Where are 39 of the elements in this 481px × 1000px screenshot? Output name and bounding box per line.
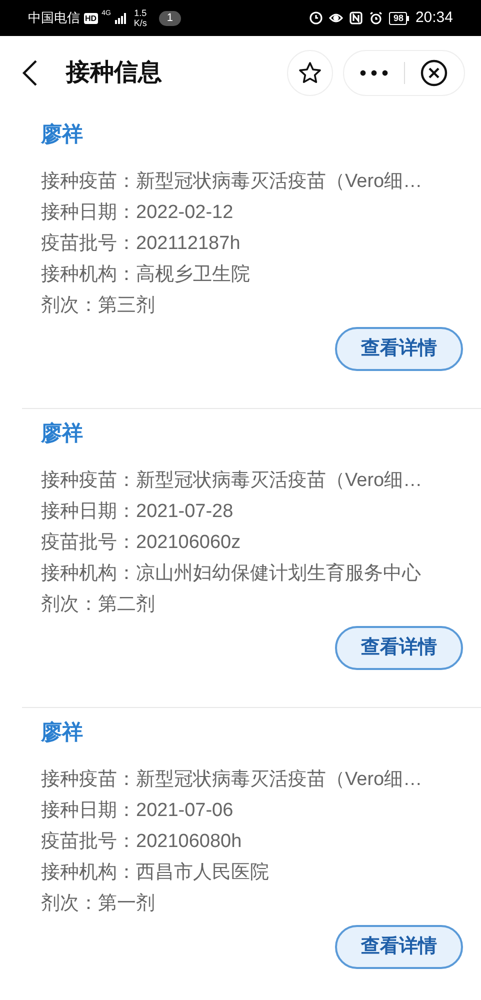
info-line: 接种疫苗：新型冠状病毒灭活疫苗（Vero细… (41, 170, 424, 194)
speed-value: 1.5 (134, 8, 147, 18)
nfc-icon (349, 11, 364, 25)
eye-icon (329, 11, 344, 25)
favorite-button[interactable] (287, 50, 333, 96)
clock-icon (309, 11, 324, 25)
info-line: 接种日期：2022-02-12 (41, 201, 234, 225)
details-button[interactable]: 查看详情 (335, 626, 463, 670)
close-icon (420, 59, 448, 87)
info-line: 接种机构：高枧乡卫生院 (41, 263, 251, 287)
info-line: 剂次：第三剂 (41, 294, 156, 318)
info-line: 接种日期：2021-07-06 (41, 799, 234, 823)
details-button[interactable]: 查看详情 (335, 327, 463, 371)
page-title: 接种信息 (66, 58, 162, 88)
hd-badge: HD (84, 12, 98, 24)
notification-count: 1 (158, 10, 182, 26)
back-icon[interactable] (22, 60, 38, 86)
info-line: 疫苗批号：202106060z (41, 531, 242, 555)
clock-time: 20:34 (415, 8, 453, 28)
details-button[interactable]: 查看详情 (335, 925, 463, 969)
info-line: 疫苗批号：202112187h (41, 232, 242, 256)
info-line: 接种机构：凉山州妇幼保健计划生育服务中心 (41, 562, 422, 586)
info-line: 接种疫苗：新型冠状病毒灭活疫苗（Vero细… (41, 768, 424, 792)
info-line: 接种疫苗：新型冠状病毒灭活疫苗（Vero细… (41, 469, 424, 493)
speed-unit: K/s (134, 18, 147, 28)
info-line: 接种机构：西昌市人民医院 (41, 861, 270, 885)
signal-icon (114, 12, 126, 24)
battery-level: 98 (389, 12, 408, 24)
info-line: 疫苗批号：202106080h (41, 830, 243, 854)
person-name: 廖祥 (41, 720, 84, 746)
more-icon (360, 70, 388, 76)
info-line: 剂次：第二剂 (41, 593, 156, 617)
star-icon (298, 61, 322, 85)
person-name: 廖祥 (41, 122, 84, 148)
info-line: 剂次：第一剂 (41, 892, 156, 916)
person-name: 廖祥 (41, 420, 84, 447)
alarm-icon (369, 11, 384, 25)
carrier-name: 中国电信 (28, 9, 80, 28)
info-line: 接种日期：2021-07-28 (41, 500, 234, 524)
